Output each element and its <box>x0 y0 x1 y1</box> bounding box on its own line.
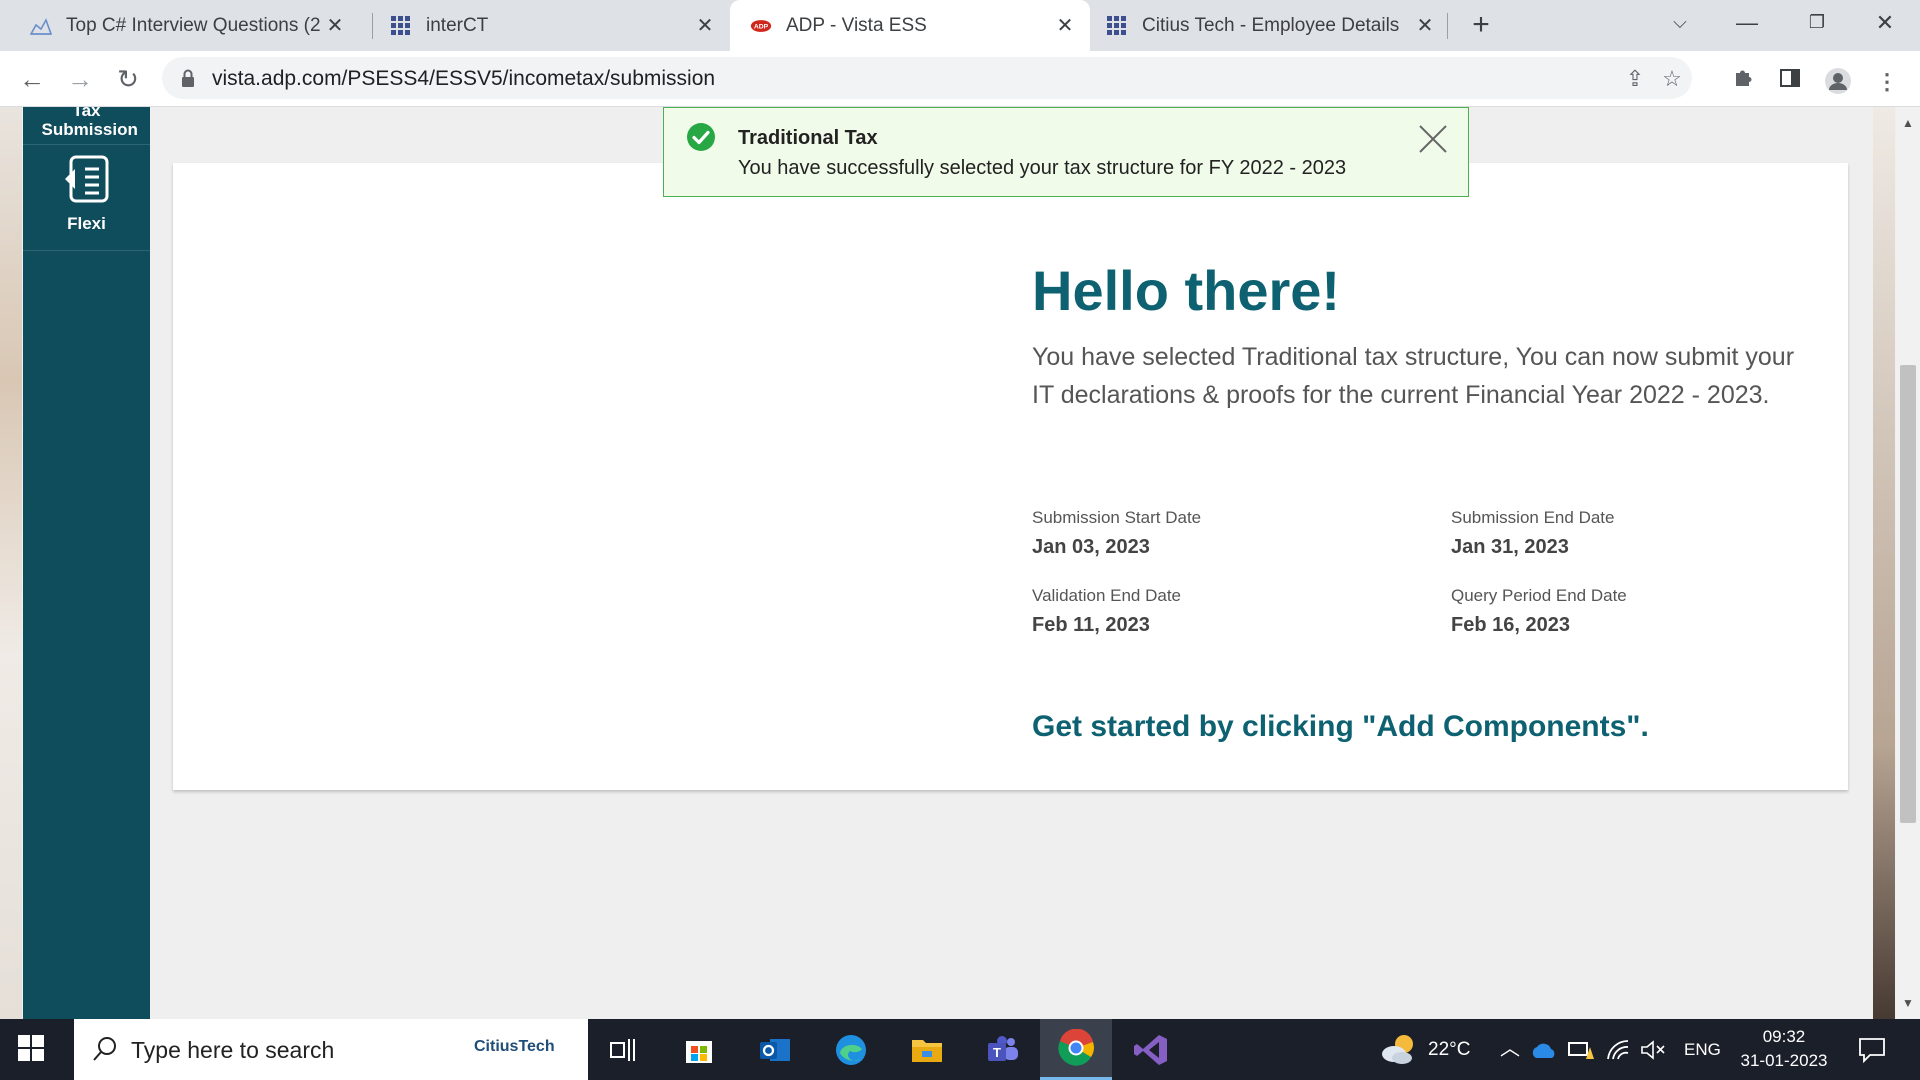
search-icon <box>92 1036 118 1067</box>
svg-text:ADP: ADP <box>754 23 769 30</box>
close-tab-icon[interactable]: ✕ <box>690 13 720 38</box>
date-label: Submission Start Date <box>1032 508 1202 527</box>
date-label: Validation End Date <box>1032 586 1182 605</box>
browser-toolbar: ← → ↻ vista.adp.com/PSESS4/ESSV5/incomet… <box>0 51 1920 107</box>
page-scrollbar[interactable]: ▲ ▼ <box>1896 107 1920 1019</box>
extensions-puzzle-icon[interactable] <box>1728 67 1758 97</box>
weather-temperature[interactable]: 22°C <box>1428 1019 1470 1080</box>
microsoft-store-icon[interactable] <box>676 1027 722 1073</box>
close-tab-icon[interactable]: ✕ <box>1410 13 1440 38</box>
grid-favicon-icon <box>1106 15 1128 37</box>
visual-studio-icon[interactable] <box>1128 1027 1174 1073</box>
tab-adp-vista[interactable]: ADP ADP - Vista ESS ✕ <box>730 0 1090 51</box>
side-panel-icon[interactable] <box>1775 67 1805 97</box>
reload-button[interactable]: ↻ <box>110 61 146 97</box>
new-tab-button[interactable]: + <box>1464 8 1498 42</box>
tab-title: Citius Tech - Employee Details <box>1142 14 1400 36</box>
tab-citius-employee[interactable]: Citius Tech - Employee Details ✕ <box>1090 0 1450 51</box>
citiustech-search-logo: CitiusTech <box>474 1038 555 1055</box>
back-button[interactable]: ← <box>14 61 50 97</box>
date-value: Jan 03, 2023 <box>1032 536 1150 558</box>
search-placeholder: Type here to search <box>131 1037 335 1063</box>
clock-date: 31-01-2023 <box>1740 1051 1828 1070</box>
page-heading: Hello there! <box>1032 259 1341 322</box>
tab-strip: Top C# Interview Questions (2023 ✕ inter… <box>0 0 1920 51</box>
success-toast: Traditional Tax You have successfully se… <box>663 107 1469 197</box>
background-edge <box>1873 107 1895 1019</box>
lock-icon <box>180 68 196 93</box>
sidebar-item-label: Tax Submission <box>41 107 138 139</box>
tab-interct[interactable]: interCT ✕ <box>360 0 730 51</box>
svg-text:T: T <box>993 1045 1001 1060</box>
sidebar-item-tax-submission[interactable]: Tax Submission <box>23 107 150 145</box>
intro-message: You have selected Traditional tax struct… <box>1032 343 1795 409</box>
close-window-button[interactable]: ✕ <box>1850 0 1920 45</box>
edge-browser-icon[interactable] <box>828 1027 874 1073</box>
tab-title: interCT <box>426 14 489 36</box>
share-icon[interactable]: ⇪ <box>1622 66 1648 92</box>
scroll-thumb[interactable] <box>1900 365 1916 823</box>
sidebar-item-flexi[interactable]: Flexi <box>23 145 150 251</box>
success-check-icon <box>686 122 716 152</box>
close-tab-icon[interactable]: ✕ <box>320 13 350 38</box>
browser-menu-icon[interactable]: ⋮ <box>1872 67 1902 97</box>
flexi-document-icon <box>23 155 150 210</box>
tab-title: ADP - Vista ESS <box>786 14 927 36</box>
wifi-icon[interactable] <box>1606 1019 1630 1080</box>
sidebar: Tax Submission Flexi <box>23 107 150 1019</box>
date-value: Jan 31, 2023 <box>1451 536 1569 558</box>
date-label: Submission End Date <box>1451 508 1615 527</box>
task-view-icon[interactable] <box>600 1027 646 1073</box>
close-toast-icon[interactable] <box>1416 122 1450 156</box>
url-text[interactable]: vista.adp.com/PSESS4/ESSV5/incometax/sub… <box>212 67 715 91</box>
grid-favicon-icon <box>390 15 412 37</box>
scroll-down-arrow-icon[interactable]: ▼ <box>1896 993 1920 1013</box>
toast-title: Traditional Tax <box>738 127 878 149</box>
restore-button[interactable]: ❐ <box>1782 0 1852 45</box>
taskbar-clock[interactable]: 09:32 31-01-2023 <box>1734 1025 1834 1073</box>
toast-message: You have successfully selected your tax … <box>738 157 1347 179</box>
profile-avatar-icon[interactable] <box>1823 67 1853 97</box>
chrome-taskbar-icon[interactable] <box>1040 1019 1112 1080</box>
input-language[interactable]: ENG <box>1684 1019 1721 1080</box>
background-edge <box>0 107 22 1019</box>
outlook-icon[interactable] <box>752 1027 798 1073</box>
sidebar-item-label: Flexi <box>67 214 106 233</box>
show-hidden-icons-chevron-icon[interactable]: ︿ <box>1500 1019 1520 1080</box>
volume-muted-icon[interactable] <box>1640 1019 1666 1080</box>
close-tab-icon[interactable]: ✕ <box>1050 13 1080 38</box>
file-explorer-icon[interactable] <box>904 1027 950 1073</box>
submission-card <box>173 163 1848 790</box>
scroll-up-arrow-icon[interactable]: ▲ <box>1896 113 1920 133</box>
get-started-text: Get started by clicking "Add Components"… <box>1032 710 1649 743</box>
windows-start-icon[interactable] <box>18 1035 48 1065</box>
battery-warning-icon[interactable] <box>1568 1019 1594 1080</box>
chart-favicon-icon <box>30 15 52 37</box>
tab-title: Top C# Interview Questions (2023 <box>66 14 320 36</box>
forward-button[interactable]: → <box>62 61 98 97</box>
tab-csharp-questions[interactable]: Top C# Interview Questions (2023 ✕ <box>0 0 360 51</box>
address-bar[interactable]: vista.adp.com/PSESS4/ESSV5/incometax/sub… <box>162 57 1692 99</box>
windows-taskbar: Type here to search CitiusTech T 22°C ︿ … <box>0 1019 1920 1080</box>
taskbar-search-box[interactable]: Type here to search CitiusTech <box>74 1019 588 1080</box>
bookmark-star-icon[interactable]: ☆ <box>1659 66 1685 92</box>
teams-icon[interactable]: T <box>980 1027 1026 1073</box>
weather-icon[interactable] <box>1380 1019 1420 1080</box>
clock-time: 09:32 <box>1762 1027 1806 1046</box>
tab-search-chevron-icon[interactable]: ⌵ <box>1645 0 1715 45</box>
onedrive-cloud-icon[interactable] <box>1530 1019 1558 1080</box>
date-label: Query Period End Date <box>1451 586 1627 605</box>
minimize-button[interactable]: — <box>1712 0 1782 45</box>
date-value: Feb 16, 2023 <box>1451 614 1570 636</box>
tab-separator <box>1447 13 1448 39</box>
adp-favicon-icon: ADP <box>750 15 772 37</box>
notifications-icon[interactable] <box>1858 1019 1886 1080</box>
date-value: Feb 11, 2023 <box>1032 614 1150 636</box>
